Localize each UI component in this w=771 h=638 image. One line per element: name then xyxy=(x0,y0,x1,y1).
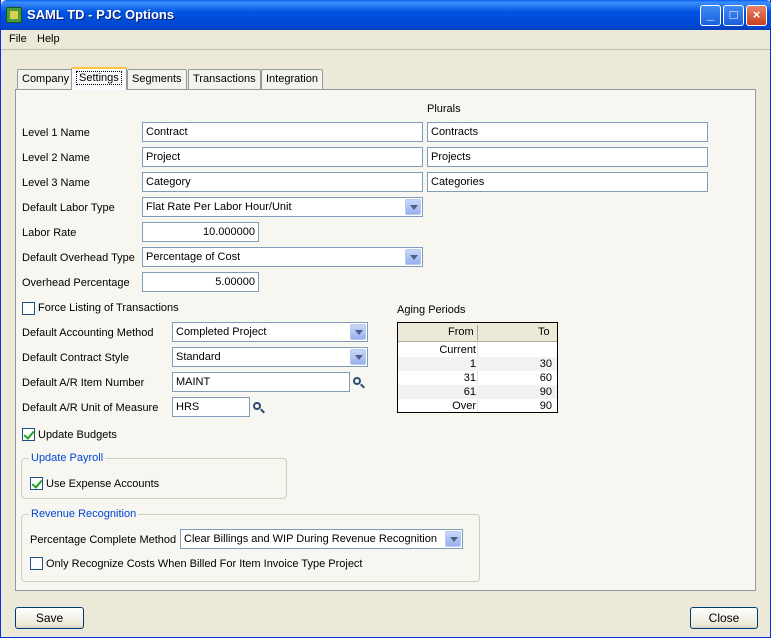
overhead-type-label: Default Overhead Type xyxy=(22,252,135,264)
accounting-method-value: Completed Project xyxy=(176,326,267,338)
search-icon[interactable] xyxy=(253,402,265,414)
update-budgets-label: Update Budgets xyxy=(38,429,117,441)
aging-title: Aging Periods xyxy=(397,304,466,316)
overhead-pct-field[interactable]: 5.00000 xyxy=(142,272,259,292)
ar-item-field[interactable]: MAINT xyxy=(172,372,350,392)
chevron-down-icon[interactable] xyxy=(350,349,366,365)
revenue-recognition-title: Revenue Recognition xyxy=(29,508,139,520)
pct-complete-method-select[interactable]: Clear Billings and WIP During Revenue Re… xyxy=(180,529,463,549)
labor-rate-label: Labor Rate xyxy=(22,227,77,239)
labor-type-label: Default Labor Type xyxy=(22,202,115,214)
tab-segments[interactable]: Segments xyxy=(127,69,187,89)
overhead-pct-label: Overhead Percentage xyxy=(22,277,130,289)
ar-uom-label: Default A/R Unit of Measure xyxy=(22,402,159,414)
search-icon[interactable] xyxy=(353,377,365,389)
overhead-type-select[interactable]: Percentage of Cost xyxy=(142,247,423,267)
contract-style-select[interactable]: Standard xyxy=(172,347,368,367)
tab-transactions[interactable]: Transactions xyxy=(188,69,261,89)
use-expense-label: Use Expense Accounts xyxy=(46,478,160,490)
level1-plural-field[interactable]: Contracts xyxy=(427,122,708,142)
labor-type-value: Flat Rate Per Labor Hour/Unit xyxy=(146,201,292,213)
level3-label: Level 3 Name xyxy=(22,177,90,189)
only-recognize-checkbox[interactable] xyxy=(30,557,43,570)
table-row[interactable]: 61 90 xyxy=(398,385,557,399)
app-icon xyxy=(6,7,22,23)
table-row[interactable]: Over 90 xyxy=(398,399,557,413)
options-window: SAML TD - PJC Options _ □ × File Help Co… xyxy=(0,0,771,638)
level2-plural-field[interactable]: Projects xyxy=(427,147,708,167)
accounting-method-label: Default Accounting Method xyxy=(22,327,154,339)
level1-name-field[interactable]: Contract xyxy=(142,122,423,142)
level3-name-field[interactable]: Category xyxy=(142,172,423,192)
close-window-button[interactable]: × xyxy=(746,5,767,26)
maximize-button[interactable]: □ xyxy=(723,5,744,26)
minimize-button[interactable]: _ xyxy=(700,5,721,26)
menu-bar: File Help xyxy=(1,30,770,50)
menu-help[interactable]: Help xyxy=(37,33,60,45)
tab-company[interactable]: Company xyxy=(17,69,75,89)
chevron-down-icon[interactable] xyxy=(405,249,421,265)
save-button[interactable]: Save xyxy=(15,607,84,629)
labor-rate-field[interactable]: 10.000000 xyxy=(142,222,259,242)
contract-style-label: Default Contract Style xyxy=(22,352,129,364)
labor-type-select[interactable]: Flat Rate Per Labor Hour/Unit xyxy=(142,197,423,217)
force-listing-label: Force Listing of Transactions xyxy=(38,302,179,314)
pct-complete-method-label: Percentage Complete Method xyxy=(30,534,177,546)
table-row[interactable]: 1 30 xyxy=(398,357,557,371)
chevron-down-icon[interactable] xyxy=(405,199,421,215)
level1-label: Level 1 Name xyxy=(22,127,90,139)
overhead-type-value: Percentage of Cost xyxy=(146,251,241,263)
window-title: SAML TD - PJC Options xyxy=(27,7,175,22)
ar-uom-field[interactable]: HRS xyxy=(172,397,250,417)
level2-name-field[interactable]: Project xyxy=(142,147,423,167)
only-recognize-label: Only Recognize Costs When Billed For Ite… xyxy=(46,558,363,570)
update-budgets-checkbox[interactable] xyxy=(22,428,35,441)
level3-plural-field[interactable]: Categories xyxy=(427,172,708,192)
ar-item-label: Default A/R Item Number xyxy=(22,377,145,389)
chevron-down-icon[interactable] xyxy=(445,531,461,547)
contract-style-value: Standard xyxy=(176,351,221,363)
aging-header-from[interactable]: From xyxy=(448,326,474,338)
menu-file[interactable]: File xyxy=(9,33,27,45)
pct-complete-method-value: Clear Billings and WIP During Revenue Re… xyxy=(184,533,437,545)
table-row[interactable]: 31 60 xyxy=(398,371,557,385)
tab-integration[interactable]: Integration xyxy=(261,69,323,89)
aging-header-to[interactable]: To xyxy=(538,326,550,338)
accounting-method-select[interactable]: Completed Project xyxy=(172,322,368,342)
use-expense-checkbox[interactable] xyxy=(30,477,43,490)
table-row[interactable]: Current xyxy=(398,343,557,357)
level2-label: Level 2 Name xyxy=(22,152,90,164)
title-bar: SAML TD - PJC Options _ □ × xyxy=(1,0,771,30)
close-button[interactable]: Close xyxy=(690,607,758,629)
aging-periods-table[interactable]: From To Current 1 30 31 60 61 90 Over 90 xyxy=(397,322,558,413)
chevron-down-icon[interactable] xyxy=(350,324,366,340)
aging-header: From To xyxy=(398,323,557,342)
tab-settings[interactable]: Settings xyxy=(71,67,127,90)
update-payroll-title: Update Payroll xyxy=(29,452,106,464)
plurals-header: Plurals xyxy=(427,103,461,115)
force-listing-checkbox[interactable] xyxy=(22,302,35,315)
